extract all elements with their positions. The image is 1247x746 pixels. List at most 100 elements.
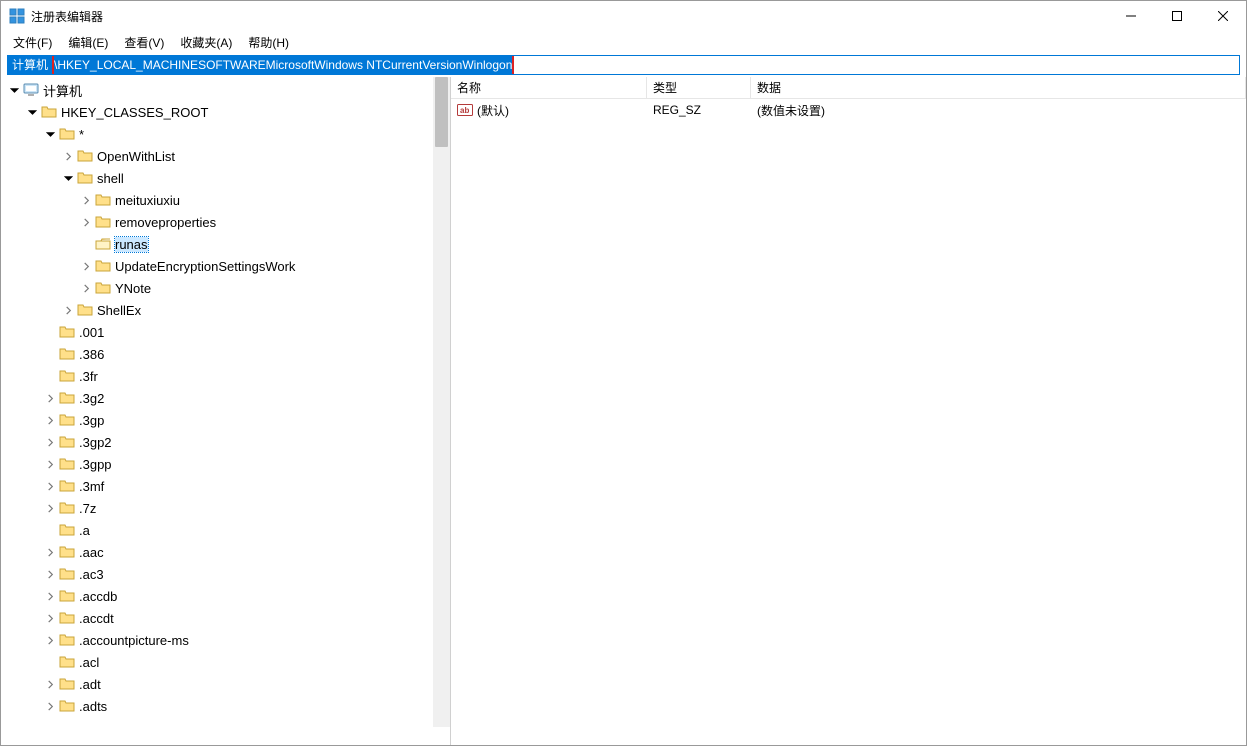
tree-label: .3gp xyxy=(79,413,104,428)
tree-node-ext-ac3[interactable]: .ac3 xyxy=(43,563,450,585)
tree-scroll[interactable]: 计算机 HKEY_CLASSES_ROOT * OpenWithList xyxy=(1,77,450,745)
chevron-placeholder xyxy=(79,237,93,251)
registry-tree[interactable]: 计算机 HKEY_CLASSES_ROOT * OpenWithList xyxy=(1,77,450,717)
chevron-right-icon[interactable] xyxy=(43,435,57,449)
tree-node-ext-adt[interactable]: .adt xyxy=(43,673,450,695)
window-title: 注册表编辑器 xyxy=(31,8,103,25)
addressbar-highlight-marker: \HKEY_LOCAL_MACHINESOFTWAREMicrosoftWind… xyxy=(52,55,514,75)
tree-vertical-scrollbar[interactable] xyxy=(433,77,450,727)
chevron-right-icon[interactable] xyxy=(79,193,93,207)
tree-node-ynote[interactable]: YNote xyxy=(79,277,450,299)
chevron-right-icon[interactable] xyxy=(43,479,57,493)
tree-node-openwithlist[interactable]: OpenWithList xyxy=(61,145,450,167)
tree-node-ext-3g2[interactable]: .3g2 xyxy=(43,387,450,409)
column-header-name[interactable]: 名称 xyxy=(451,77,647,98)
tree-node-ext-aac[interactable]: .aac xyxy=(43,541,450,563)
chevron-right-icon[interactable] xyxy=(43,545,57,559)
addressbar-container: 计算机 \HKEY_LOCAL_MACHINESOFTWAREMicrosoft… xyxy=(1,53,1246,77)
menu-file[interactable]: 文件(F) xyxy=(5,32,60,53)
folder-icon xyxy=(59,390,75,406)
tree-label: .3gp2 xyxy=(79,435,112,450)
tree-label: HKEY_CLASSES_ROOT xyxy=(61,105,208,120)
chevron-right-icon[interactable] xyxy=(79,281,93,295)
tree-node-ext-acl[interactable]: .acl xyxy=(43,651,450,673)
tree-node-ext-3fr[interactable]: .3fr xyxy=(43,365,450,387)
chevron-right-icon[interactable] xyxy=(43,501,57,515)
cell-name: ab (默认) xyxy=(451,102,647,119)
chevron-right-icon[interactable] xyxy=(79,215,93,229)
chevron-right-icon[interactable] xyxy=(43,699,57,713)
tree-node-ext-a[interactable]: .a xyxy=(43,519,450,541)
chevron-right-icon[interactable] xyxy=(43,391,57,405)
chevron-right-icon[interactable] xyxy=(43,589,57,603)
tree-label: meituxiuxiu xyxy=(115,193,180,208)
menu-help[interactable]: 帮助(H) xyxy=(240,32,297,53)
tree-node-ext-3gpp[interactable]: .3gpp xyxy=(43,453,450,475)
tree-node-runas[interactable]: runas xyxy=(79,233,450,255)
tree-node-shellex[interactable]: ShellEx xyxy=(61,299,450,321)
chevron-down-icon[interactable] xyxy=(7,83,21,97)
tree-node-shell[interactable]: shell xyxy=(61,167,450,189)
folder-icon xyxy=(95,280,111,296)
tree-node-ext-3gp2[interactable]: .3gp2 xyxy=(43,431,450,453)
values-body: ab (默认) REG_SZ (数值未设置) xyxy=(451,99,1246,121)
table-row[interactable]: ab (默认) REG_SZ (数值未设置) xyxy=(451,99,1246,121)
folder-icon xyxy=(95,236,111,252)
tree-node-ext-001[interactable]: .001 xyxy=(43,321,450,343)
tree-pane: 计算机 HKEY_CLASSES_ROOT * OpenWithList xyxy=(1,77,451,745)
chevron-right-icon[interactable] xyxy=(79,259,93,273)
column-header-data[interactable]: 数据 xyxy=(751,77,1246,98)
tree-node-hkcr[interactable]: HKEY_CLASSES_ROOT xyxy=(25,101,450,123)
folder-icon xyxy=(59,126,75,142)
minimize-button[interactable] xyxy=(1108,1,1154,31)
tree-label: 计算机 xyxy=(43,81,82,100)
chevron-down-icon[interactable] xyxy=(25,105,39,119)
tree-label: OpenWithList xyxy=(97,149,175,164)
tree-node-meituxiuxiu[interactable]: meituxiuxiu xyxy=(79,189,450,211)
chevron-right-icon[interactable] xyxy=(43,677,57,691)
chevron-right-icon[interactable] xyxy=(61,303,75,317)
window-controls xyxy=(1108,1,1246,31)
tree-label: .a xyxy=(79,523,90,538)
tree-label: .accdt xyxy=(79,611,114,626)
tree-node-ext-accdt[interactable]: .accdt xyxy=(43,607,450,629)
tree-node-ext-3mf[interactable]: .3mf xyxy=(43,475,450,497)
tree-node-star[interactable]: * xyxy=(43,123,450,145)
chevron-right-icon[interactable] xyxy=(43,611,57,625)
folder-icon xyxy=(59,676,75,692)
tree-label: .3mf xyxy=(79,479,104,494)
tree-node-ext-accdb[interactable]: .accdb xyxy=(43,585,450,607)
addressbar-path: \HKEY_LOCAL_MACHINESOFTWAREMicrosoftWind… xyxy=(54,56,512,74)
chevron-right-icon[interactable] xyxy=(43,633,57,647)
chevron-right-icon[interactable] xyxy=(43,413,57,427)
tree-node-ext-386[interactable]: .386 xyxy=(43,343,450,365)
tree-label: .3fr xyxy=(79,369,98,384)
cell-type: REG_SZ xyxy=(647,103,751,117)
tree-node-updateencryption[interactable]: UpdateEncryptionSettingsWork xyxy=(79,255,450,277)
tree-label: .adt xyxy=(79,677,101,692)
tree-node-ext-3gp[interactable]: .3gp xyxy=(43,409,450,431)
column-header-type[interactable]: 类型 xyxy=(647,77,751,98)
menu-favorites[interactable]: 收藏夹(A) xyxy=(172,32,240,53)
menu-edit[interactable]: 编辑(E) xyxy=(60,32,116,53)
addressbar[interactable]: 计算机 \HKEY_LOCAL_MACHINESOFTWAREMicrosoft… xyxy=(7,55,1240,75)
maximize-button[interactable] xyxy=(1154,1,1200,31)
folder-icon xyxy=(59,500,75,516)
svg-text:ab: ab xyxy=(460,106,469,115)
chevron-down-icon[interactable] xyxy=(61,171,75,185)
tree-node-ext-7z[interactable]: .7z xyxy=(43,497,450,519)
tree-node-removeproperties[interactable]: removeproperties xyxy=(79,211,450,233)
chevron-right-icon[interactable] xyxy=(61,149,75,163)
menu-view[interactable]: 查看(V) xyxy=(116,32,172,53)
folder-icon xyxy=(59,412,75,428)
chevron-right-icon[interactable] xyxy=(43,457,57,471)
scrollbar-thumb[interactable] xyxy=(435,77,448,147)
tree-node-computer[interactable]: 计算机 xyxy=(7,79,450,101)
chevron-down-icon[interactable] xyxy=(43,127,57,141)
tree-node-ext-accountpicture[interactable]: .accountpicture-ms xyxy=(43,629,450,651)
close-button[interactable] xyxy=(1200,1,1246,31)
chevron-right-icon[interactable] xyxy=(43,567,57,581)
tree-node-ext-adts[interactable]: .adts xyxy=(43,695,450,717)
folder-icon xyxy=(59,698,75,714)
tree-label: .adts xyxy=(79,699,107,714)
